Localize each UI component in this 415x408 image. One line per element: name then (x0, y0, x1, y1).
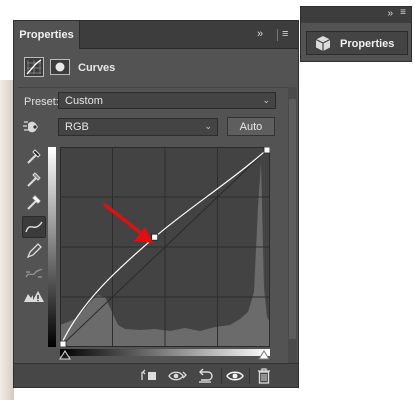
background-photo-edge (0, 80, 14, 400)
eyedropper-gray-icon[interactable] (22, 168, 46, 190)
smooth-icon[interactable] (22, 263, 46, 285)
preset-label: Preset: (24, 96, 59, 108)
channel-value: RGB (65, 121, 89, 133)
hamburger-menu-icon[interactable]: ≡ (400, 7, 406, 18)
bottom-toolbar (14, 363, 298, 387)
pencil-icon[interactable] (22, 240, 46, 262)
curves-graph[interactable] (59, 146, 271, 348)
input-gradient-bar (60, 349, 270, 356)
header-divider (277, 29, 278, 41)
channel-dropdown[interactable]: RGB ⌄ (58, 118, 218, 136)
properties-panel: Properties » ≡ Curves Preset: Custom ⌄ R… (13, 20, 299, 388)
scrollbar-thumb[interactable] (289, 99, 296, 339)
curve-control-point[interactable] (59, 340, 67, 348)
adjustment-header: Curves (14, 53, 298, 83)
adjustment-title: Curves (78, 62, 116, 74)
tab-properties[interactable]: Properties (14, 21, 80, 49)
properties-panel-label: Properties (340, 38, 395, 50)
properties-panel-button[interactable]: Properties (306, 31, 408, 55)
layer-mask-icon[interactable] (50, 57, 70, 77)
curve-control-point[interactable] (263, 146, 271, 154)
clipping-warning-icon[interactable] (22, 286, 46, 308)
preset-value: Custom (65, 94, 103, 107)
hamburger-menu-icon[interactable]: ≡ (282, 27, 288, 41)
double-chevron-right-icon[interactable]: » (387, 8, 393, 19)
curves-plot[interactable] (59, 146, 271, 348)
trash-icon[interactable] (255, 367, 273, 385)
view-previous-state-icon[interactable] (168, 367, 187, 385)
panel-header: Properties » ≡ (14, 21, 298, 49)
eyedropper-black-icon[interactable] (22, 145, 46, 167)
chevron-down-icon: ⌄ (204, 120, 212, 131)
toolbar-divider (221, 368, 222, 384)
white-point-slider[interactable] (258, 350, 270, 360)
black-point-slider[interactable] (59, 350, 71, 360)
curves-adjustment-icon[interactable] (24, 57, 44, 77)
hand-target-icon[interactable] (22, 116, 46, 138)
toolbar-divider (249, 368, 250, 384)
panel-scrollbar[interactable] (288, 87, 297, 363)
eyedropper-white-icon[interactable] (22, 191, 46, 213)
curve-control-point[interactable] (151, 233, 159, 241)
reset-icon[interactable] (196, 367, 214, 385)
mini-panel-header: » ≡ (301, 7, 411, 23)
properties-cube-icon (315, 36, 331, 51)
chevron-down-icon: ⌄ (262, 94, 270, 105)
divider (18, 87, 288, 88)
auto-button[interactable]: Auto (227, 117, 275, 136)
clip-to-layer-icon[interactable] (140, 367, 158, 385)
double-chevron-right-icon[interactable]: » (257, 27, 263, 41)
collapsed-properties-panel: » ≡ Properties (300, 6, 412, 62)
eye-icon[interactable] (226, 367, 244, 385)
curve-points-icon[interactable] (22, 216, 46, 238)
output-gradient-bar (48, 147, 56, 347)
preset-dropdown[interactable]: Custom ⌄ (58, 92, 276, 109)
